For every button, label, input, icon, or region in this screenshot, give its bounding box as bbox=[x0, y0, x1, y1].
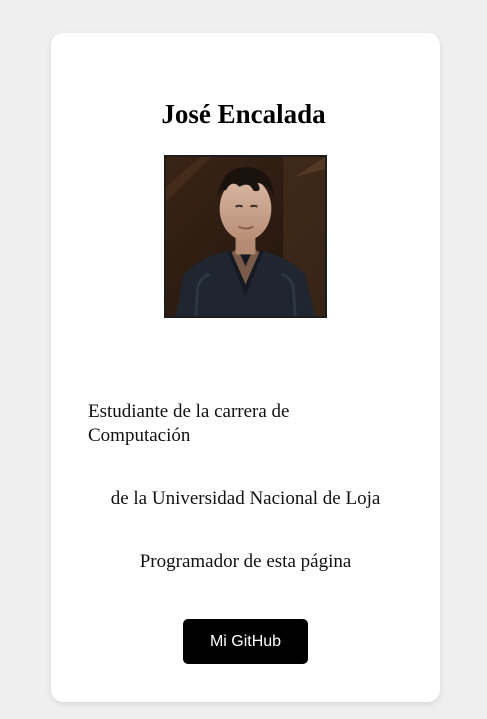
description-line-role: Programador de esta página bbox=[139, 551, 352, 572]
profile-card bbox=[51, 33, 440, 702]
profile-photo bbox=[164, 155, 327, 318]
github-button[interactable]: Mi GitHub bbox=[183, 619, 308, 664]
profile-name: José Encalada bbox=[161, 99, 326, 129]
description-line-career: Estudiante de la carrera de Computación bbox=[88, 401, 290, 446]
person-photo-icon bbox=[166, 157, 325, 316]
description-line-university: de la Universidad Nacional de Loja bbox=[110, 488, 381, 509]
